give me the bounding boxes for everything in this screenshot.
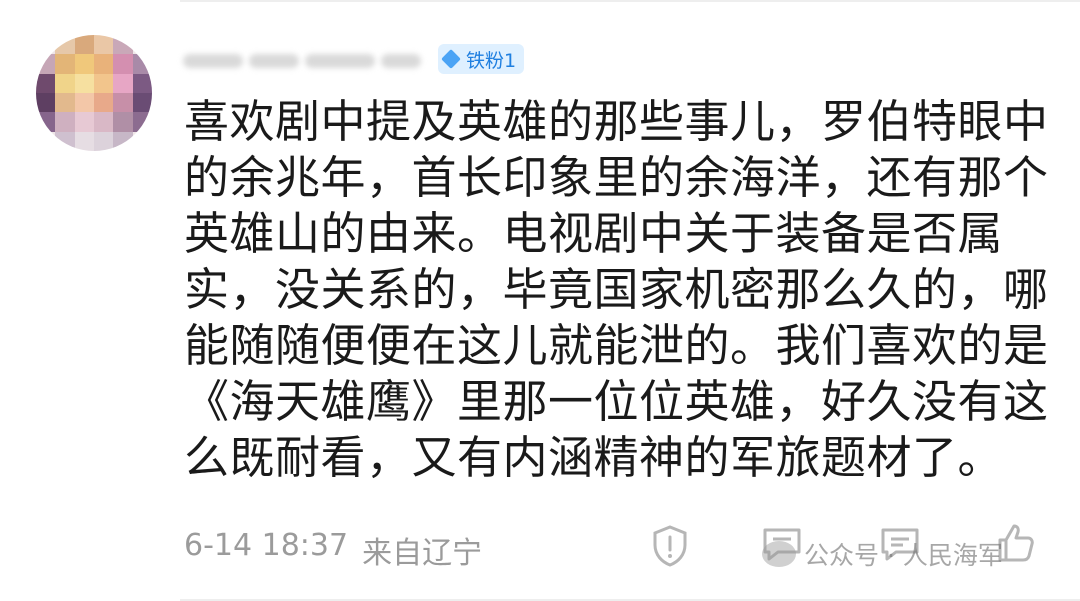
location: 来自辽宁 [362,536,483,571]
diamond-icon [441,49,461,69]
timestamp: 6-14 18:37 [184,528,349,563]
shield-icon[interactable] [650,524,690,568]
username-blurred[interactable] [183,42,428,80]
fan-badge-label: 铁粉1 [466,49,517,72]
watermark: 公众号 · 人民海军 [762,536,1003,572]
comment-meta: 6-14 18:37 来自辽宁 [184,528,482,572]
wechat-logo-icon [762,541,796,567]
watermark-text: 公众号 · 人民海军 [804,541,1003,570]
avatar[interactable] [36,35,152,151]
comment-card: 铁粉1 喜欢剧中提及英雄的那些事儿，罗伯特眼中的余兆年，首长印象里的余海洋，还有… [0,0,1080,601]
fan-badge[interactable]: 铁粉1 [438,44,525,74]
top-divider [180,0,1080,2]
comment-text: 喜欢剧中提及英雄的那些事儿，罗伯特眼中的余兆年，首长印象里的余海洋，还有那个英雄… [184,95,1049,484]
